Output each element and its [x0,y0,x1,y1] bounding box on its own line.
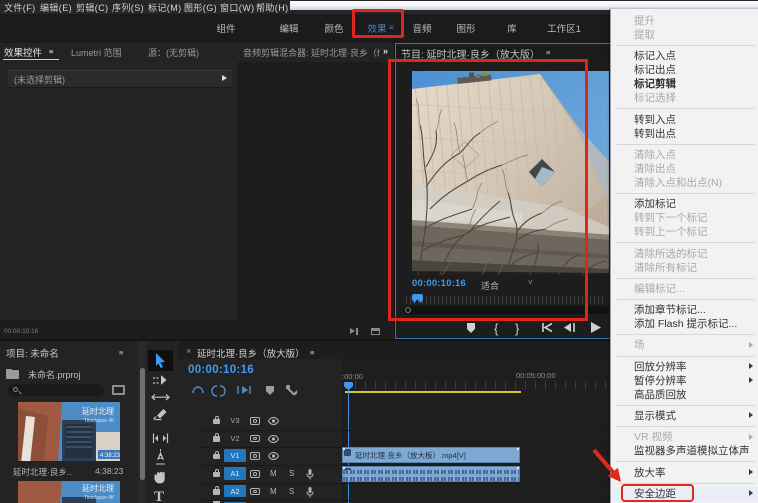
svg-text:Timelapse 4K: Timelapse 4K [84,495,115,501]
svg-text:{: { [494,321,499,336]
svg-text:}: } [515,321,520,336]
svg-text:4:38:23: 4:38:23 [100,453,120,459]
svg-text:延时北理: 延时北理 [82,406,114,416]
svg-text:延时北理: 延时北理 [82,483,114,493]
svg-text:T: T [154,489,164,503]
svg-text:Timelapse 4K: Timelapse 4K [84,418,115,424]
